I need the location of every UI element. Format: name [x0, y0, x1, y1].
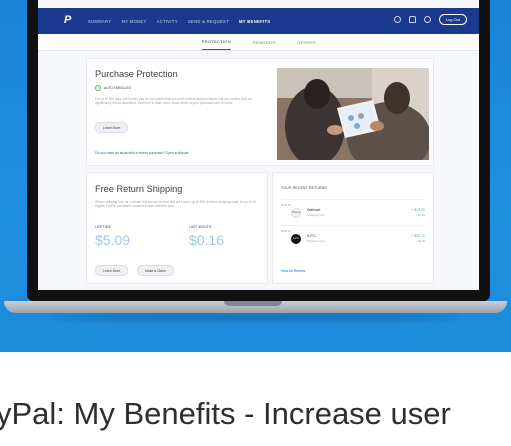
merchant-name: A.P.C. — [307, 234, 317, 238]
top-nav: P Summary My Money Activity Send & Reque… — [38, 8, 479, 34]
tab-protection[interactable]: Protection — [201, 34, 231, 50]
people-with-tablet-image — [277, 68, 429, 160]
learn-more-button[interactable]: Learn More — [95, 122, 129, 133]
last-month-label: Last Month — [189, 225, 212, 229]
return-date: MAR 19 — [281, 229, 292, 233]
nav-right: Log Out — [393, 14, 467, 25]
laptop-frame: P Summary My Money Activity Send & Reque… — [27, 0, 490, 301]
return-amount: + $15.20 — [410, 208, 425, 212]
return-amount-sub: + $0.00 — [415, 213, 425, 217]
free-return-shipping-title: Free Return Shipping — [95, 184, 183, 194]
return-type: Shipping Cost — [307, 239, 325, 243]
page-title: yPal: My Benefits - Increase user — [0, 396, 451, 431]
paypal-logo[interactable]: P — [64, 14, 78, 28]
search-icon[interactable] — [393, 16, 401, 23]
nav-item-activity[interactable]: Activity — [157, 19, 178, 24]
nav-item-my-money[interactable]: My Money — [121, 19, 146, 24]
merchant-name: Walmart — [307, 208, 321, 212]
lifetime-value: $5.09 — [95, 232, 131, 248]
free-return-shipping-description: Return shipping's on us. Activate this s… — [95, 200, 256, 209]
recent-returns-title: Your Recent Returns — [281, 186, 327, 190]
nav-item-send-request[interactable]: Send & Request — [188, 19, 229, 24]
return-amount: + $30.70 — [410, 234, 425, 238]
nav-items: Summary My Money Activity Send & Request… — [88, 19, 270, 24]
benefits-tabs: Protection Rewards Offers — [38, 34, 479, 51]
check-icon: ✓ — [95, 85, 101, 91]
recent-returns-card: Your Recent Returns MAR 28 Walmart Walma… — [272, 172, 434, 284]
open-dispute-link[interactable]: Do you have an issue with a recent purch… — [95, 151, 189, 155]
enrollment-status: ✓ Auto Enrolled — [95, 85, 131, 91]
laptop-screen: P Summary My Money Activity Send & Reque… — [38, 0, 479, 290]
last-month-value: $0.16 — [189, 232, 225, 248]
enrollment-status-label: Auto Enrolled — [104, 86, 131, 90]
return-date: MAR 28 — [281, 203, 292, 207]
lifetime-label: Lifetime — [95, 225, 111, 229]
gear-icon[interactable] — [423, 16, 431, 23]
list-item[interactable]: MAR 28 Walmart Walmart Shipping Cost + $… — [281, 199, 425, 222]
make-claim-button[interactable]: Make a Claim — [137, 265, 174, 276]
return-amount-sub: + $0.00 — [415, 239, 425, 243]
laptop-shadow — [50, 313, 461, 321]
hero-banner: P Summary My Money Activity Send & Reque… — [0, 0, 511, 352]
purchase-protection-title: Purchase Protection — [95, 69, 178, 79]
tab-offers[interactable]: Offers — [297, 35, 315, 50]
nav-item-summary[interactable]: Summary — [88, 19, 111, 24]
nav-item-my-benefits[interactable]: My Benefits — [239, 19, 270, 24]
list-item[interactable]: MAR 19 A.P.C. A.P.C. Shipping Cost + $30… — [281, 225, 425, 248]
merchant-avatar: A.P.C. — [291, 234, 301, 244]
free-return-shipping-card: Free Return Shipping Return shipping's o… — [86, 172, 268, 284]
learn-more-button[interactable]: Learn More — [95, 265, 129, 276]
purchase-protection-description: For up to 180 days, we'll cover you for … — [95, 97, 253, 106]
tab-rewards[interactable]: Rewards — [253, 35, 275, 50]
logout-button[interactable]: Log Out — [438, 14, 467, 25]
merchant-avatar: Walmart — [291, 208, 301, 218]
laptop-notch — [224, 301, 282, 306]
purchase-protection-card: Purchase Protection ✓ Auto Enrolled For … — [86, 58, 434, 166]
protection-photo — [277, 68, 429, 160]
view-all-returns-link[interactable]: View All Returns — [281, 269, 306, 273]
bell-icon[interactable] — [408, 16, 416, 23]
return-type: Shipping Cost — [307, 213, 325, 217]
